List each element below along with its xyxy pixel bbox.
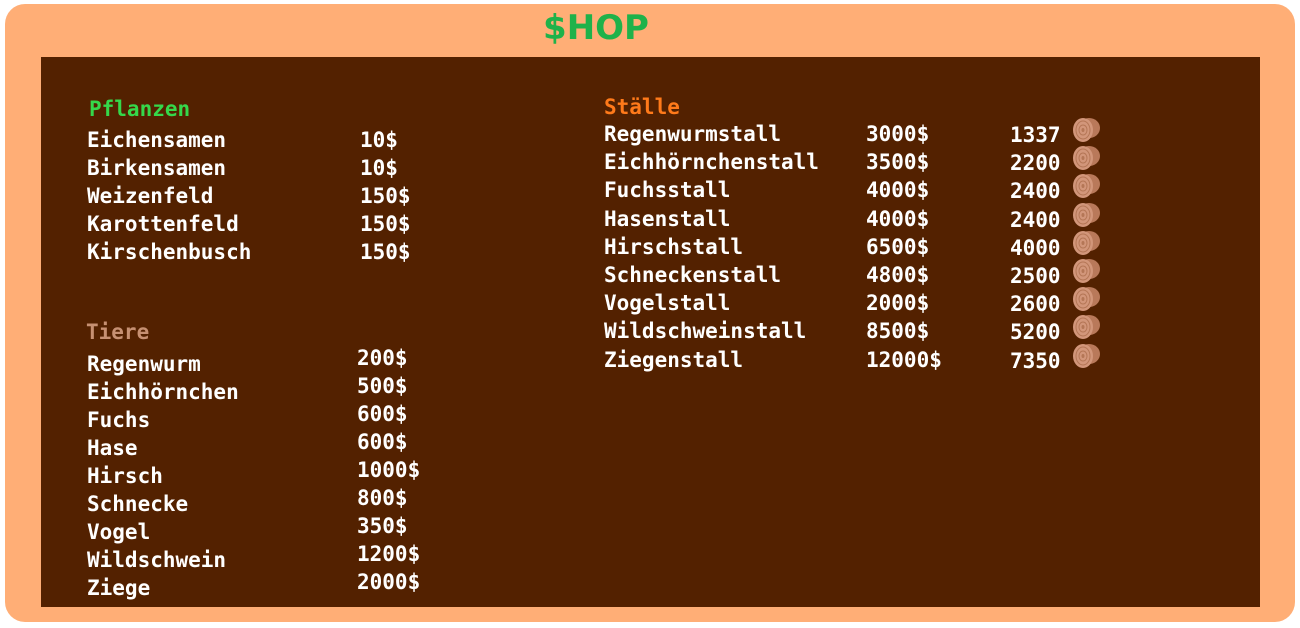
staelle-item-price: 8500$	[866, 319, 930, 344]
staelle-item-wood: 4000	[1010, 235, 1061, 260]
staelle-item-name: Vogelstall	[604, 291, 731, 316]
staelle-item-name: Eichhörnchenstall	[604, 150, 819, 175]
tiere-item-name: Ziege	[87, 576, 151, 600]
staelle-item-wood: 2400	[1010, 207, 1061, 232]
staelle-item-name: Fuchsstall	[604, 178, 731, 203]
tiere-item-price: 600$	[357, 430, 408, 454]
tiere-item-price: 200$	[357, 346, 408, 370]
pflanzen-item-name: Kirschenbusch	[87, 240, 252, 264]
staelle-item-price: 2000$	[866, 291, 930, 316]
pflanzen-item-price: 150$	[360, 240, 411, 264]
pflanzen-item-price: 150$	[360, 212, 411, 236]
staelle-item-price: 3000$	[866, 122, 930, 146]
staelle-item-price: 6500$	[866, 234, 930, 259]
tiere-item-name: Regenwurm	[87, 352, 201, 376]
tiere-item-price: 350$	[357, 514, 408, 538]
tiere-item-price: 2000$	[357, 570, 421, 594]
wood-log-icon	[1071, 116, 1101, 144]
pflanzen-item-price: 10$	[360, 156, 398, 180]
tiere-item-name: Hirsch	[87, 464, 163, 488]
staelle-item-wood: 2200	[1010, 151, 1061, 176]
staelle-item-name: Regenwurmstall	[604, 122, 782, 146]
pflanzen-heading: Pflanzen	[89, 97, 191, 121]
staelle-item-wood: 5200	[1010, 320, 1061, 345]
wood-log-icon	[1071, 172, 1101, 200]
staelle-item-price: 4000$	[866, 178, 930, 203]
tiere-item-price: 1200$	[357, 542, 421, 566]
tiere-item-name: Vogel	[87, 520, 151, 544]
pflanzen-item-price: 150$	[360, 184, 411, 208]
pflanzen-item-name: Birkensamen	[87, 156, 227, 180]
tiere-item-name: Fuchs	[87, 408, 151, 432]
wood-log-icon	[1071, 285, 1101, 313]
staelle-item-name: Schneckenstall	[604, 263, 782, 287]
tiere-item-price: 500$	[357, 374, 408, 398]
wood-log-icon	[1071, 201, 1101, 229]
staelle-heading: Ställe	[604, 95, 680, 119]
tiere-item-price: 600$	[357, 402, 408, 426]
staelle-item-price: 4000$	[866, 206, 930, 231]
tiere-item-name: Wildschwein	[87, 548, 227, 572]
staelle-item-name: Hasenstall	[604, 206, 731, 231]
tiere-item-name: Hase	[87, 436, 138, 460]
staelle-item-wood: 7350	[1010, 348, 1061, 373]
wood-log-icon	[1071, 257, 1101, 285]
staelle-item-price: 4800$	[866, 263, 930, 287]
wood-log-icon	[1071, 144, 1101, 172]
staelle-item-name: Wildschweinstall	[604, 319, 807, 344]
wood-log-icon	[1071, 342, 1101, 370]
tiere-item-name: Schnecke	[87, 492, 189, 516]
tiere-heading: Tiere	[86, 320, 150, 344]
staelle-item-wood: 2600	[1010, 292, 1061, 317]
staelle-item-name: Ziegenstall	[604, 347, 744, 372]
wood-log-icon	[1071, 229, 1101, 257]
pflanzen-item-name: Karottenfeld	[87, 212, 239, 236]
staelle-item-price: 3500$	[866, 150, 930, 175]
wood-log-icon	[1071, 313, 1101, 341]
tiere-item-price: 800$	[357, 486, 408, 510]
staelle-item-price: 12000$	[866, 347, 942, 372]
staelle-item-wood: 2500	[1010, 264, 1061, 288]
pflanzen-item-name: Weizenfeld	[87, 184, 214, 208]
pflanzen-item-name: Eichensamen	[87, 128, 227, 152]
tiere-item-price: 1000$	[357, 458, 421, 482]
staelle-item-name: Hirschstall	[604, 234, 744, 259]
staelle-item-wood: 2400	[1010, 179, 1061, 204]
staelle-item-wood: 1337	[1010, 123, 1061, 147]
tiere-item-name: Eichhörnchen	[87, 380, 239, 404]
shop-title: $HOP	[543, 8, 649, 48]
pflanzen-item-price: 10$	[360, 128, 398, 152]
